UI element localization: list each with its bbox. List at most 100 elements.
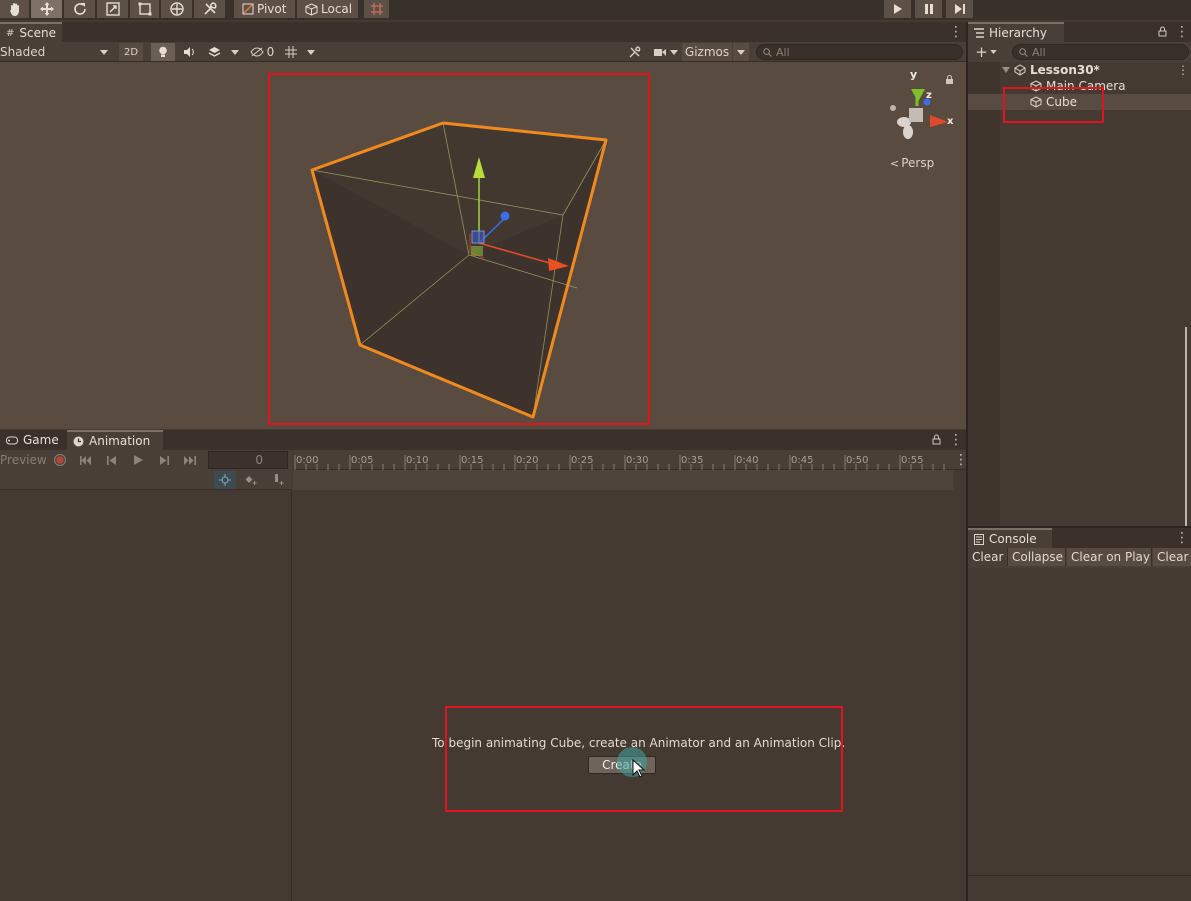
tab-console[interactable]: Console: [968, 528, 1052, 548]
animation-lock-icon[interactable]: [932, 434, 941, 448]
scene-root-row[interactable]: Lesson30* ⋮: [968, 62, 1191, 78]
grid-icon: [285, 46, 297, 58]
local-cube-icon: [305, 2, 318, 16]
orientation-gizmo[interactable]: [890, 89, 948, 139]
camera-dropdown[interactable]: [650, 43, 680, 61]
lighting-toggle[interactable]: [151, 43, 175, 61]
preview-toggle[interactable]: Preview: [0, 451, 47, 469]
console-menu-icon[interactable]: ⋮: [1175, 531, 1189, 545]
move-tool-button[interactable]: [31, 0, 63, 18]
chevron-down-icon: [990, 50, 997, 54]
add-keyframe-button[interactable]: [240, 471, 262, 489]
hierarchy-tabbar: Hierarchy ⋮: [968, 22, 1191, 42]
tab-hierarchy[interactable]: Hierarchy: [968, 22, 1064, 42]
effects-toggle[interactable]: [202, 43, 226, 61]
add-keyframe-icon: [245, 476, 257, 485]
shading-mode-value: Shaded: [0, 45, 46, 59]
play-animation-button[interactable]: [127, 451, 149, 469]
animation-panel-menu-icon[interactable]: ⋮: [949, 433, 963, 447]
tools-overlay-button[interactable]: [624, 43, 644, 61]
eye-hidden-icon: [250, 47, 264, 57]
add-event-icon: [275, 474, 284, 485]
timeline-tick-label: 0:20: [516, 455, 539, 466]
grid-snap-button[interactable]: [364, 0, 390, 18]
skip-end-icon: [184, 455, 196, 465]
animation-tabbar: Game Animation ⋮: [0, 430, 966, 450]
scale-tool-button[interactable]: [97, 0, 129, 18]
pivot-toggle[interactable]: Pivot: [234, 0, 296, 18]
rotate-tool-button[interactable]: [64, 0, 96, 18]
tab-animation[interactable]: Animation: [67, 430, 163, 450]
console-clear-on-build-button[interactable]: Clear: [1153, 548, 1191, 566]
effects-dropdown[interactable]: [228, 43, 242, 61]
console-collapse-button[interactable]: Collapse: [1008, 548, 1066, 566]
crosshair-icon: [219, 474, 231, 486]
shading-mode-dropdown[interactable]: Shaded: [0, 43, 112, 61]
gizmos-dropdown[interactable]: [733, 43, 749, 61]
tab-game[interactable]: Game: [0, 430, 66, 450]
grid-snap-icon: [370, 3, 383, 15]
grid-toggle[interactable]: [281, 43, 301, 61]
timeline-tick-label: 0:00: [296, 455, 319, 466]
rect-tool-button[interactable]: [130, 0, 160, 18]
timeline-tick-label: 0:05: [351, 455, 374, 466]
persp-toggle[interactable]: < Persp: [890, 156, 934, 170]
hierarchy-tree: Lesson30* ⋮ Main Camera Cube: [968, 62, 1191, 527]
create-object-dropdown[interactable]: +: [972, 43, 1000, 61]
rect-transform-icon: [138, 2, 151, 16]
gizmos-button[interactable]: Gizmos: [682, 43, 732, 61]
console-collapse-label: Collapse: [1012, 550, 1063, 564]
console-clear-label: Clear: [972, 550, 1004, 564]
next-keyframe-button[interactable]: [153, 451, 175, 469]
toggle-2d-button[interactable]: 2D: [119, 43, 143, 61]
console-clear-on-play-button[interactable]: Clear on Play: [1067, 548, 1152, 566]
frame-input[interactable]: 0: [208, 451, 288, 469]
record-button[interactable]: [49, 451, 71, 469]
persp-label: Persp: [901, 156, 935, 170]
tab-scene[interactable]: # Scene: [0, 22, 62, 42]
pause-button[interactable]: [915, 0, 943, 18]
scene-visibility-toggle[interactable]: 0: [247, 43, 277, 61]
hierarchy-search-input[interactable]: All: [1012, 44, 1189, 60]
grid-dropdown[interactable]: [304, 43, 318, 61]
scene-toolbar: Shaded 2D 0 Gizmos All: [0, 42, 966, 62]
scene-search-input[interactable]: All: [756, 44, 963, 60]
custom-tool-button[interactable]: [194, 0, 226, 18]
search-icon: [763, 47, 772, 57]
console-clear-button[interactable]: Clear: [968, 548, 1008, 566]
record-icon: [54, 454, 66, 466]
scene-panel-menu-icon[interactable]: ⋮: [949, 25, 963, 39]
first-keyframe-button[interactable]: [75, 451, 97, 469]
play-button[interactable]: [884, 0, 912, 18]
console-detail-area: [968, 875, 1191, 901]
console-log-area[interactable]: [968, 568, 1191, 875]
scene-viewport[interactable]: y z x < Persp: [0, 62, 966, 429]
last-keyframe-button[interactable]: [178, 451, 202, 469]
camera-icon: [653, 49, 666, 56]
gizmo-axis-y: y: [910, 68, 918, 81]
lock-view-icon[interactable]: [945, 74, 955, 84]
timeline-tick-label: 0:15: [461, 455, 484, 466]
timeline-ruler[interactable]: 0:00 0:05 0:10 0:15 0:20 0:25 0:30 0:35 0:40 0:45…: [293, 450, 968, 470]
hand-icon: [9, 3, 19, 16]
console-tab-label: Console: [989, 532, 1037, 546]
filter-selection-button[interactable]: [214, 471, 236, 489]
hierarchy-lock-icon[interactable]: [1158, 26, 1167, 40]
scene-root-menu-icon[interactable]: ⋮: [1177, 63, 1189, 77]
audio-toggle[interactable]: [177, 43, 201, 61]
event-track[interactable]: [293, 470, 953, 490]
local-toggle[interactable]: Local: [297, 0, 359, 18]
hand-tool-button[interactable]: [0, 0, 30, 18]
chevron-down-icon: [231, 49, 239, 55]
timeline-tick-label: 0:50: [846, 455, 869, 466]
timeline-tick-label: 0:45: [791, 455, 814, 466]
persp-icon: <: [890, 156, 900, 170]
step-button[interactable]: [946, 0, 974, 18]
dopesheet-area[interactable]: [293, 491, 966, 901]
step-forward-icon: [160, 455, 169, 465]
add-event-button[interactable]: [268, 471, 290, 489]
pivot-label: Pivot: [257, 2, 287, 16]
prev-keyframe-button[interactable]: [101, 451, 123, 469]
transform-tool-button[interactable]: [161, 0, 193, 18]
hierarchy-menu-icon[interactable]: ⋮: [1175, 25, 1189, 39]
